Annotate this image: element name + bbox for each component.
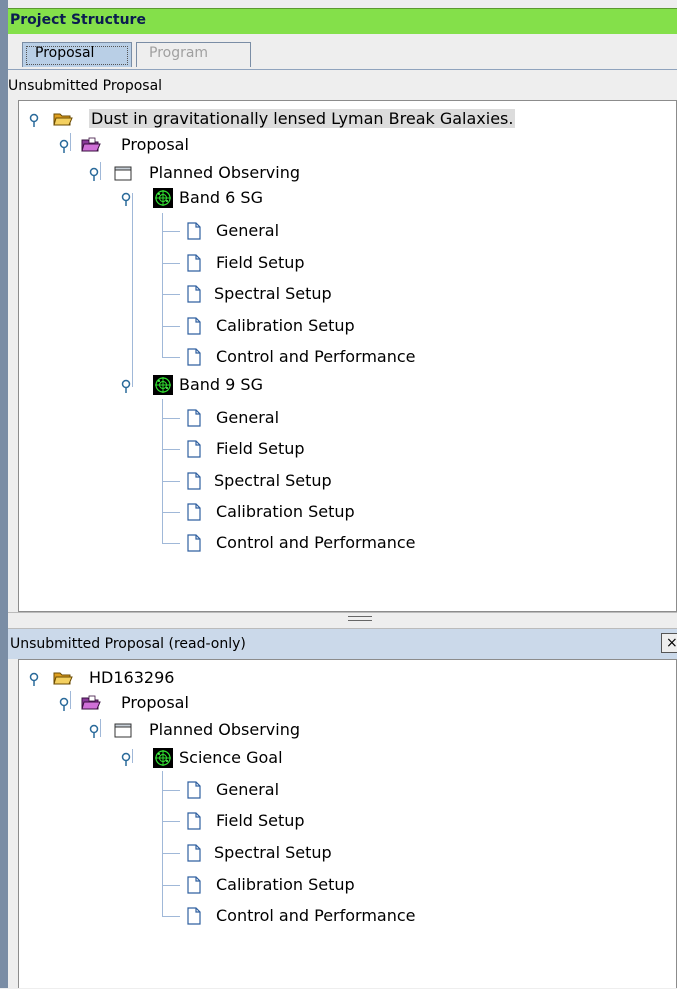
document-icon [184, 811, 204, 831]
tree-node-label: Control and Performance [216, 906, 416, 925]
expand-handle-icon[interactable] [59, 697, 70, 711]
document-icon [184, 780, 204, 800]
tree-line [100, 719, 101, 737]
tree-node-label: Spectral Setup [214, 843, 332, 862]
tree-line [162, 916, 180, 917]
tree-line [162, 771, 163, 917]
document-icon [184, 875, 204, 895]
folder-icon [113, 720, 133, 740]
expand-handle-icon[interactable] [29, 672, 40, 686]
tree-line [70, 691, 71, 709]
bottom-tree-panel: HD163296 Proposal Planned Observing Scie… [18, 659, 677, 988]
tree-node-label: HD163296 [89, 668, 175, 687]
document-icon [184, 906, 204, 926]
tree-node-label: Proposal [121, 693, 189, 712]
tree-node-label: Science Goal [179, 748, 283, 767]
document-icon [184, 843, 204, 863]
tree-node-label: Field Setup [216, 811, 305, 830]
tree-node-label: Planned Observing [149, 720, 300, 739]
expand-handle-icon[interactable] [89, 724, 100, 738]
project-structure-window: Project Structure Proposal Program Unsub… [0, 0, 677, 988]
tree-line [162, 885, 180, 886]
science-goal-icon [153, 748, 173, 768]
tree-line [132, 749, 133, 763]
tree-node-label: General [216, 780, 280, 799]
expand-handle-icon[interactable] [121, 752, 132, 766]
tree-line [162, 790, 180, 791]
open-folder-icon [53, 668, 73, 688]
tree-line [162, 853, 180, 854]
proposal-folder-icon [81, 693, 101, 713]
tree-node-label: Calibration Setup [216, 875, 355, 894]
tree-line [162, 821, 180, 822]
